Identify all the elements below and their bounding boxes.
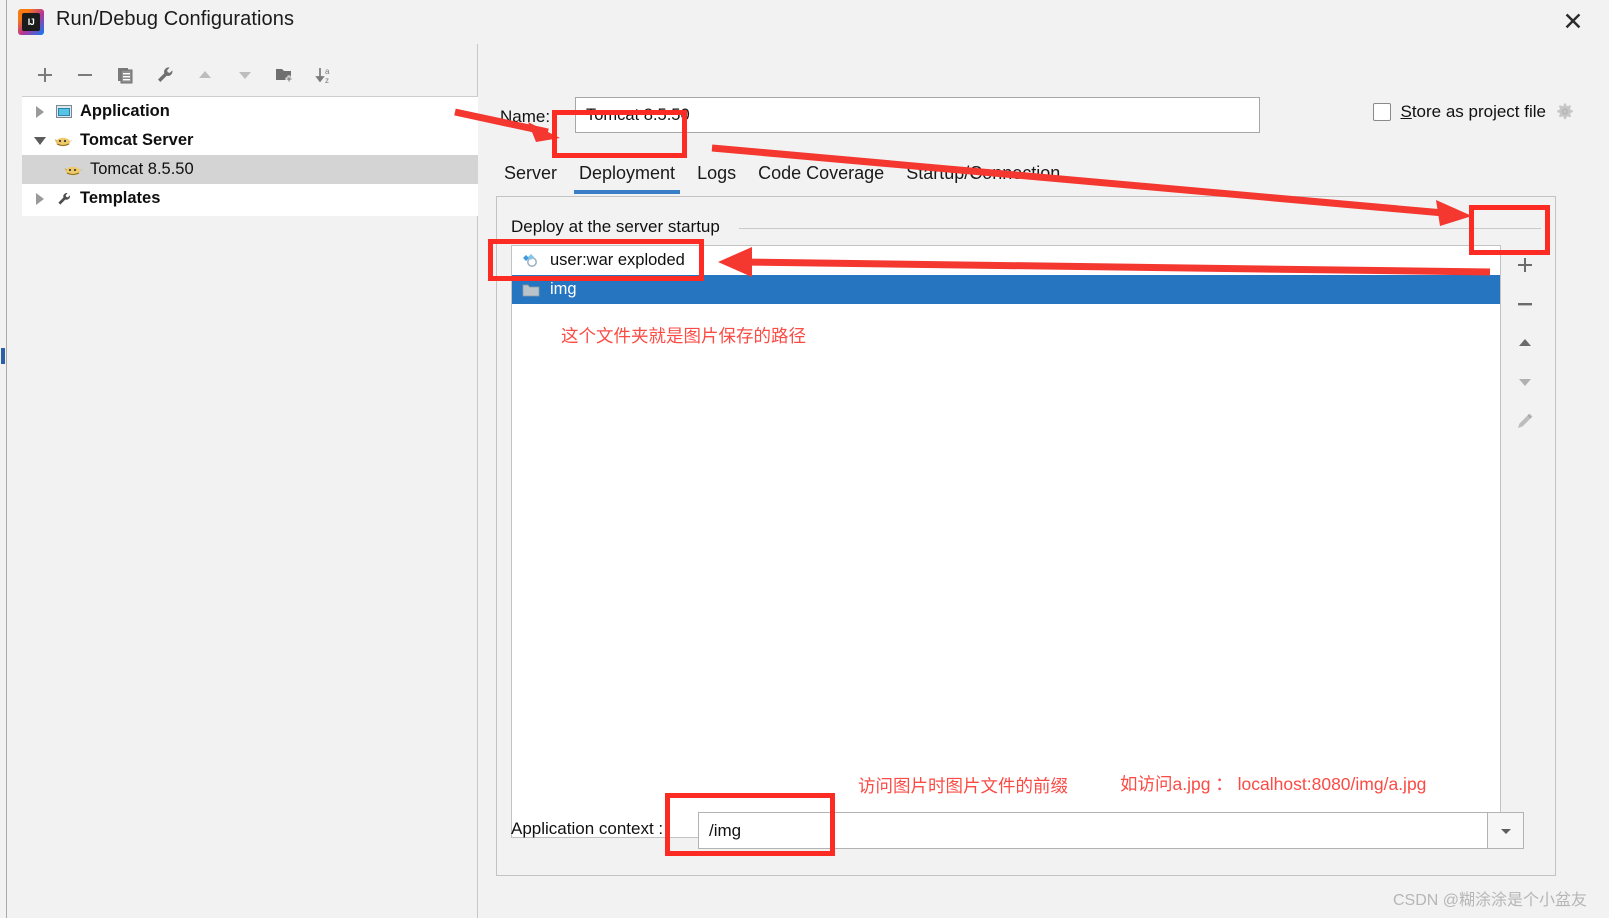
- store-mnemonic: S: [1400, 102, 1412, 121]
- list-item-label: img: [550, 280, 577, 298]
- configurations-toolbar: a z: [8, 54, 478, 96]
- store-as-project-file-checkbox[interactable]: [1373, 103, 1392, 121]
- csdn-watermark: CSDN @糊涂涂是个小盆友: [1392, 892, 1587, 909]
- application-context-input[interactable]: [698, 812, 1488, 849]
- remove-configuration-button[interactable]: [70, 60, 100, 90]
- run-debug-configurations-dialog: IJ Run/Debug Configurations ✕ a z Applic…: [0, 0, 1609, 918]
- chevron-right-icon[interactable]: [32, 104, 48, 120]
- tree-item-tomcat-server[interactable]: Tomcat Server: [22, 126, 478, 155]
- artifact-icon: [521, 252, 541, 270]
- add-configuration-button[interactable]: [30, 60, 60, 90]
- edit-artifact-pencil-button[interactable]: [1505, 401, 1545, 440]
- name-input[interactable]: [575, 97, 1260, 133]
- tree-item-label: Application: [80, 102, 170, 120]
- configurations-panel: a z Application Tomcat Server Tomcat 8.5…: [8, 44, 478, 918]
- deployment-panel: Deploy at the server startup user:war ex…: [496, 196, 1556, 876]
- svg-text:z: z: [325, 76, 329, 85]
- copy-configuration-button[interactable]: [110, 60, 140, 90]
- deployment-artifacts-list[interactable]: user:war exploded img: [511, 245, 1501, 838]
- tomcat-icon: [54, 132, 74, 150]
- tab-startup-connection[interactable]: Startup/Connection: [895, 163, 1071, 194]
- name-field-label: Name:: [500, 107, 550, 127]
- new-folder-button[interactable]: [270, 60, 300, 90]
- configurations-tree: Application Tomcat Server Tomcat 8.5.50 …: [22, 96, 478, 216]
- application-icon: [54, 103, 74, 121]
- tab-server[interactable]: Server: [493, 163, 568, 194]
- editor-tabs: Server Deployment Logs Code Coverage Sta…: [493, 152, 1609, 194]
- tree-item-tomcat-8-5-50[interactable]: Tomcat 8.5.50: [22, 155, 478, 184]
- tree-item-application[interactable]: Application: [22, 97, 478, 126]
- move-up-button[interactable]: [190, 60, 220, 90]
- tree-item-templates[interactable]: Templates: [22, 184, 478, 213]
- tree-item-label: Templates: [80, 189, 161, 207]
- edge-marker: [1, 348, 5, 364]
- chevron-right-icon[interactable]: [32, 191, 48, 207]
- title-bar: IJ Run/Debug Configurations ✕: [8, 0, 1609, 44]
- move-artifact-up-button[interactable]: [1505, 323, 1545, 362]
- add-artifact-button[interactable]: [1505, 245, 1545, 284]
- list-item[interactable]: img: [512, 275, 1500, 304]
- window-left-edge: [0, 0, 7, 918]
- intellij-idea-logo-icon: IJ: [18, 9, 44, 35]
- application-context-label: Application context :: [511, 819, 664, 838]
- folder-icon: [521, 281, 541, 299]
- name-label-rest: ame:: [512, 107, 551, 126]
- tab-code-coverage[interactable]: Code Coverage: [747, 163, 895, 194]
- section-divider: [739, 228, 1541, 229]
- store-as-project-file-group: Store as project file: [1373, 102, 1575, 122]
- tomcat-icon: [64, 161, 84, 179]
- configuration-editor: Name: Store as project file Server Deplo…: [479, 44, 1609, 918]
- store-label-rest: tore as project file: [1411, 102, 1546, 121]
- close-icon[interactable]: ✕: [1559, 8, 1587, 36]
- edit-templates-wrench-button[interactable]: [150, 60, 180, 90]
- svg-text:a: a: [325, 67, 330, 76]
- sort-alphabetically-button[interactable]: a z: [310, 60, 340, 90]
- deploy-section-title: Deploy at the server startup: [511, 217, 728, 237]
- chevron-down-icon[interactable]: [32, 133, 48, 149]
- artifact-list-toolbar: [1505, 245, 1545, 485]
- wrench-icon: [54, 190, 74, 208]
- list-item-label: user:war exploded: [550, 251, 685, 269]
- gear-icon[interactable]: [1555, 102, 1575, 122]
- store-as-project-file-label: Store as project file: [1400, 102, 1546, 122]
- chevron-down-icon[interactable]: [1488, 812, 1524, 849]
- move-artifact-down-button[interactable]: [1505, 362, 1545, 401]
- move-down-button[interactable]: [230, 60, 260, 90]
- tree-item-label: Tomcat Server: [80, 131, 194, 149]
- remove-artifact-button[interactable]: [1505, 284, 1545, 323]
- tree-item-label: Tomcat 8.5.50: [90, 160, 194, 178]
- window-title: Run/Debug Configurations: [56, 8, 295, 30]
- tab-logs[interactable]: Logs: [686, 163, 747, 194]
- list-item[interactable]: user:war exploded: [512, 246, 1500, 275]
- tab-deployment[interactable]: Deployment: [568, 163, 686, 194]
- name-mnemonic: N: [500, 107, 513, 126]
